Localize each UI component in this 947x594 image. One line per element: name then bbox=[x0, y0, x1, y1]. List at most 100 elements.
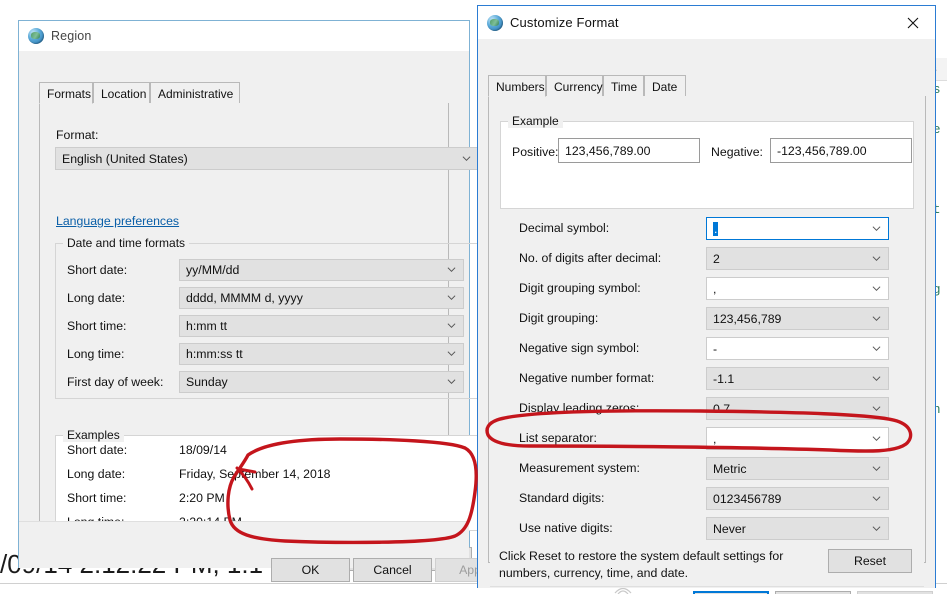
example-short-time-value: 2:20 PM bbox=[179, 491, 225, 505]
tab-currency-label: Currency bbox=[554, 80, 603, 94]
reset-hint-line2: numbers, currency, time, and date. bbox=[499, 566, 689, 580]
example-long-date-label: Long date: bbox=[67, 467, 126, 481]
positive-example-field: 123,456,789.00 bbox=[558, 138, 700, 163]
tab-numbers-label: Numbers bbox=[496, 80, 545, 94]
example-short-date-label: Short date: bbox=[67, 443, 128, 457]
use-native-digits-combobox[interactable]: Never bbox=[706, 517, 889, 540]
format-label: Format: bbox=[56, 128, 99, 142]
negative-number-format-label: Negative number format: bbox=[519, 371, 655, 385]
customize-title: Customize Format bbox=[510, 15, 619, 30]
decimal-symbol-combobox[interactable]: . bbox=[706, 217, 889, 240]
customize-body: Numbers Currency Time Date Example Posit… bbox=[478, 39, 935, 594]
first-day-of-week-value: Sunday bbox=[186, 375, 228, 389]
negative-sign-symbol-combobox[interactable]: - bbox=[706, 337, 889, 360]
region-cancel-button[interactable]: Cancel bbox=[353, 558, 432, 582]
close-icon[interactable] bbox=[890, 6, 935, 39]
tab-location-label: Location bbox=[101, 87, 147, 101]
format-combobox[interactable]: English (United States) bbox=[55, 147, 479, 170]
globe-icon bbox=[28, 28, 44, 44]
globe-icon bbox=[487, 14, 503, 31]
long-date-value: dddd, MMMM d, yyyy bbox=[186, 291, 303, 305]
long-date-combobox[interactable]: dddd, MMMM d, yyyy bbox=[179, 287, 464, 309]
example-group-title: Example bbox=[508, 114, 563, 128]
long-time-combobox[interactable]: h:mm:ss tt bbox=[179, 343, 464, 365]
example-short-date-value: 18/09/14 bbox=[179, 443, 227, 457]
list-separator-combobox[interactable]: , bbox=[706, 427, 889, 450]
chevron-down-icon bbox=[462, 155, 471, 161]
negative-number-format-value: -1.1 bbox=[713, 371, 735, 386]
negative-label: Negative: bbox=[711, 145, 763, 159]
example-group: Example bbox=[500, 114, 914, 209]
tab-date[interactable]: Date bbox=[644, 75, 686, 97]
customize-tabstrip: Numbers Currency Time Date bbox=[488, 75, 926, 97]
measurement-system-combobox[interactable]: Metric bbox=[706, 457, 889, 480]
customize-format-dialog: Customize Format Numbers Currency Time D… bbox=[477, 5, 936, 594]
use-native-digits-value: Never bbox=[713, 521, 746, 536]
negative-example-value: -123,456,789.00 bbox=[777, 143, 867, 158]
no-of-digits-after-decimal-label: No. of digits after decimal: bbox=[519, 251, 662, 265]
short-date-combobox[interactable]: yy/MM/dd bbox=[179, 259, 464, 281]
region-ok-label: OK bbox=[301, 563, 320, 577]
positive-label: Positive: bbox=[512, 145, 559, 159]
digit-grouping-combobox[interactable]: 123,456,789 bbox=[706, 307, 889, 330]
decimal-symbol-value: . bbox=[713, 221, 719, 236]
short-time-combobox[interactable]: h:mm tt bbox=[179, 315, 464, 337]
tab-currency[interactable]: Currency bbox=[546, 75, 603, 97]
tab-administrative[interactable]: Administrative bbox=[150, 82, 240, 104]
reset-button[interactable]: Reset bbox=[828, 549, 912, 573]
reset-hint-line1: Click Reset to restore the system defaul… bbox=[499, 549, 784, 563]
chevron-down-icon bbox=[872, 255, 881, 261]
digit-grouping-symbol-combobox[interactable]: , bbox=[706, 277, 889, 300]
region-title: Region bbox=[51, 29, 92, 43]
examples-group-title: Examples bbox=[63, 428, 124, 442]
negative-example-field: -123,456,789.00 bbox=[770, 138, 912, 163]
tab-formats[interactable]: Formats bbox=[39, 82, 93, 104]
positive-example-value: 123,456,789.00 bbox=[565, 143, 651, 158]
tab-time-label: Time bbox=[611, 80, 638, 94]
chevron-down-icon bbox=[872, 495, 881, 501]
no-of-digits-after-decimal-combobox[interactable]: 2 bbox=[706, 247, 889, 270]
short-date-value: yy/MM/dd bbox=[186, 263, 240, 277]
short-time-value: h:mm tt bbox=[186, 319, 227, 333]
region-titlebar[interactable]: Region bbox=[19, 21, 469, 51]
digit-grouping-value: 123,456,789 bbox=[713, 311, 782, 326]
chevron-down-icon bbox=[872, 435, 881, 441]
language-preferences-link[interactable]: Language preferences bbox=[56, 214, 179, 228]
chevron-down-icon bbox=[872, 345, 881, 351]
standard-digits-value: 0123456789 bbox=[713, 491, 782, 506]
first-day-of-week-combobox[interactable]: Sunday bbox=[179, 371, 464, 393]
negative-sign-symbol-label: Negative sign symbol: bbox=[519, 341, 640, 355]
chevron-down-icon bbox=[447, 295, 456, 301]
close-glyph bbox=[907, 17, 918, 28]
tab-date-label: Date bbox=[652, 80, 678, 94]
negative-number-format-combobox[interactable]: -1.1 bbox=[706, 367, 889, 390]
digit-grouping-symbol-value: , bbox=[713, 281, 717, 296]
first-day-of-week-label: First day of week: bbox=[67, 375, 164, 389]
display-leading-zeros-value: 0.7 bbox=[713, 401, 731, 416]
customize-titlebar[interactable]: Customize Format bbox=[478, 6, 935, 39]
screenshot-root: ns esgekltpngaaen /09/14 2:12:22 PM, 1:1… bbox=[0, 0, 947, 594]
measurement-system-value: Metric bbox=[713, 461, 747, 476]
region-dialog: Region Formats Location Administrative F… bbox=[18, 20, 514, 582]
tab-location[interactable]: Location bbox=[93, 82, 150, 104]
list-separator-label: List separator: bbox=[519, 431, 597, 445]
digit-grouping-symbol-label: Digit grouping symbol: bbox=[519, 281, 641, 295]
standard-digits-combobox[interactable]: 0123456789 bbox=[706, 487, 889, 510]
display-leading-zeros-combobox[interactable]: 0.7 bbox=[706, 397, 889, 420]
short-date-label: Short date: bbox=[67, 263, 128, 277]
measurement-system-label: Measurement system: bbox=[519, 461, 640, 475]
region-body: Formats Location Administrative Format: … bbox=[19, 51, 479, 571]
chevron-down-icon bbox=[447, 323, 456, 329]
decimal-symbol-label: Decimal symbol: bbox=[519, 221, 610, 235]
display-leading-zeros-label: Display leading zeros: bbox=[519, 401, 640, 415]
tab-numbers[interactable]: Numbers bbox=[488, 75, 546, 97]
example-short-time-label: Short time: bbox=[67, 491, 127, 505]
region-tabstrip: Formats Location Administrative bbox=[39, 82, 449, 104]
tab-time[interactable]: Time bbox=[603, 75, 644, 97]
chevron-down-icon bbox=[872, 375, 881, 381]
no-of-digits-after-decimal-value: 2 bbox=[713, 251, 720, 266]
format-combobox-value: English (United States) bbox=[62, 151, 188, 166]
example-long-date-value: Friday, September 14, 2018 bbox=[179, 467, 331, 481]
region-ok-button[interactable]: OK bbox=[271, 558, 350, 582]
tab-administrative-label: Administrative bbox=[158, 87, 234, 101]
